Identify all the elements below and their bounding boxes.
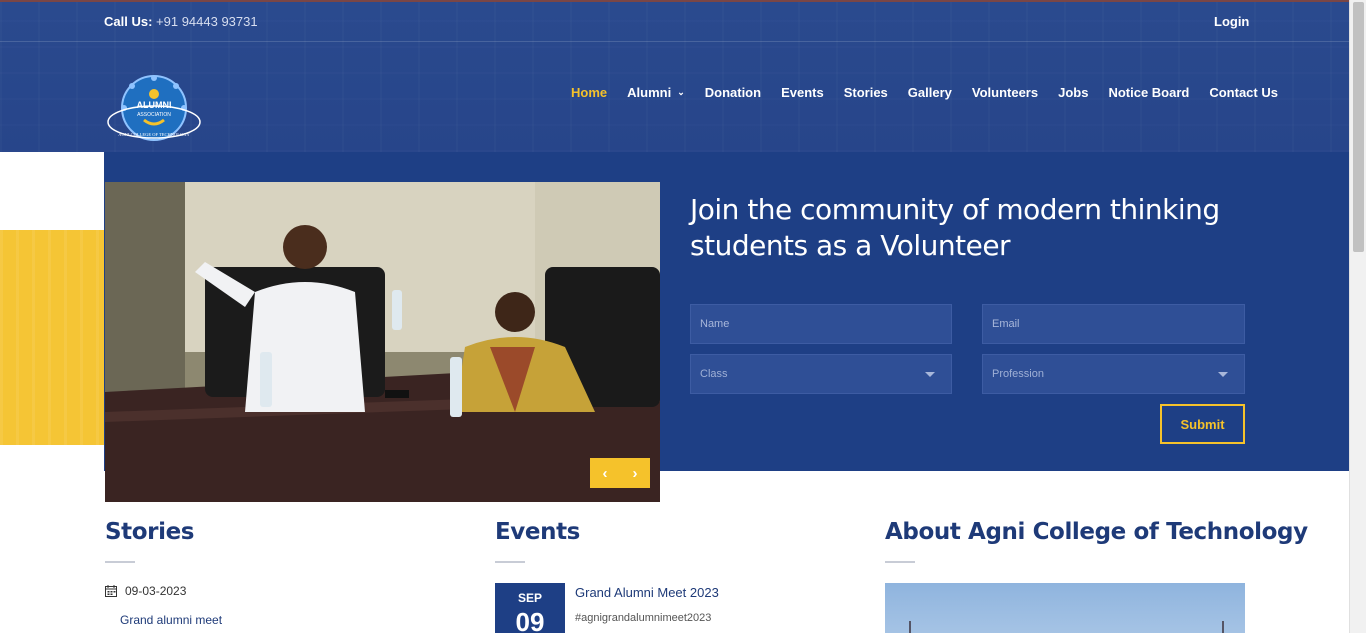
story-item-link[interactable]: Grand alumni meet: [120, 613, 222, 627]
story-date-text: 09-03-2023: [125, 584, 187, 598]
topbar: Call Us: +91 94443 93731 Login: [0, 2, 1349, 42]
about-college-image: [885, 583, 1245, 633]
submit-button[interactable]: Submit: [1160, 404, 1245, 444]
logo-text-alumni: ALUMNI: [137, 100, 172, 110]
about-title: About Agni College of Technology: [885, 519, 1308, 545]
events-underline: [495, 561, 525, 563]
nav-stories[interactable]: Stories: [844, 85, 888, 100]
profession-select-value: Profession: [992, 368, 1044, 380]
calendar-icon: [105, 585, 117, 597]
slider-controls: ‹ ›: [590, 458, 650, 488]
volunteer-heading: Join the community of modern thinking st…: [690, 192, 1250, 264]
story-date: 09-03-2023: [105, 584, 186, 598]
name-input[interactable]: [700, 318, 951, 330]
call-us-number[interactable]: +91 94443 93731: [156, 14, 258, 29]
page: Call Us: +91 94443 93731 Login ALUMNI AS…: [0, 0, 1366, 633]
decorative-yellow-block: [0, 230, 104, 445]
call-us: Call Us: +91 94443 93731: [104, 14, 258, 29]
page-scrollbar[interactable]: [1349, 0, 1366, 633]
image-slider[interactable]: [105, 182, 660, 502]
scrollbar-thumb[interactable]: [1353, 2, 1364, 252]
alumni-association-logo[interactable]: ALUMNI ASSOCIATION AGNI COLLEGE OF TECHN…: [106, 74, 204, 144]
email-field[interactable]: [982, 304, 1245, 344]
event-date-badge: SEP 09: [495, 583, 565, 633]
caret-down-icon: [925, 372, 935, 377]
class-select[interactable]: Class: [690, 354, 952, 394]
stories-underline: [105, 561, 135, 563]
logo-text-association: ASSOCIATION: [137, 112, 171, 118]
profession-select[interactable]: Profession: [982, 354, 1245, 394]
chevron-down-icon: ⌄: [677, 87, 685, 97]
event-day: 09: [515, 607, 545, 633]
login-link[interactable]: Login: [1214, 14, 1249, 29]
email-input[interactable]: [992, 318, 1244, 330]
nav-notice-board[interactable]: Notice Board: [1108, 85, 1189, 100]
name-field[interactable]: [690, 304, 952, 344]
caret-down-icon: [1218, 372, 1228, 377]
event-month: SEP: [517, 591, 542, 605]
volunteer-heading-line2: students as a Volunteer: [690, 229, 1011, 262]
lamp-post: [909, 621, 911, 633]
events-title: Events: [495, 519, 580, 545]
nav-contact-us[interactable]: Contact Us: [1209, 85, 1278, 100]
lamp-post: [1222, 621, 1224, 633]
volunteer-heading-line1: Join the community of modern thinking: [690, 193, 1220, 226]
slider-next-button[interactable]: ›: [620, 458, 650, 488]
about-underline: [885, 561, 915, 563]
slider-photo-meeting: [105, 182, 660, 502]
main-nav: Home Alumni ⌄ Donation Events Stories Gal…: [571, 85, 1298, 100]
class-select-value: Class: [700, 368, 728, 380]
event-title-link[interactable]: Grand Alumni Meet 2023: [575, 585, 719, 600]
site-header: Call Us: +91 94443 93731 Login ALUMNI AS…: [0, 0, 1349, 152]
slider-prev-button[interactable]: ‹: [590, 458, 620, 488]
nav-alumni-label: Alumni: [627, 85, 672, 100]
stories-title: Stories: [105, 519, 195, 545]
nav-home[interactable]: Home: [571, 85, 607, 100]
logo-text-college: AGNI COLLEGE OF TECHNOLOGY: [118, 132, 190, 137]
nav-events[interactable]: Events: [781, 85, 824, 100]
event-hashtag: #agnigrandalumnimeet2023: [575, 612, 712, 624]
call-us-label: Call Us:: [104, 14, 153, 29]
nav-donation[interactable]: Donation: [705, 85, 761, 100]
nav-volunteers[interactable]: Volunteers: [972, 85, 1038, 100]
nav-gallery[interactable]: Gallery: [908, 85, 952, 100]
nav-jobs[interactable]: Jobs: [1058, 85, 1088, 100]
nav-alumni[interactable]: Alumni ⌄: [627, 85, 685, 100]
